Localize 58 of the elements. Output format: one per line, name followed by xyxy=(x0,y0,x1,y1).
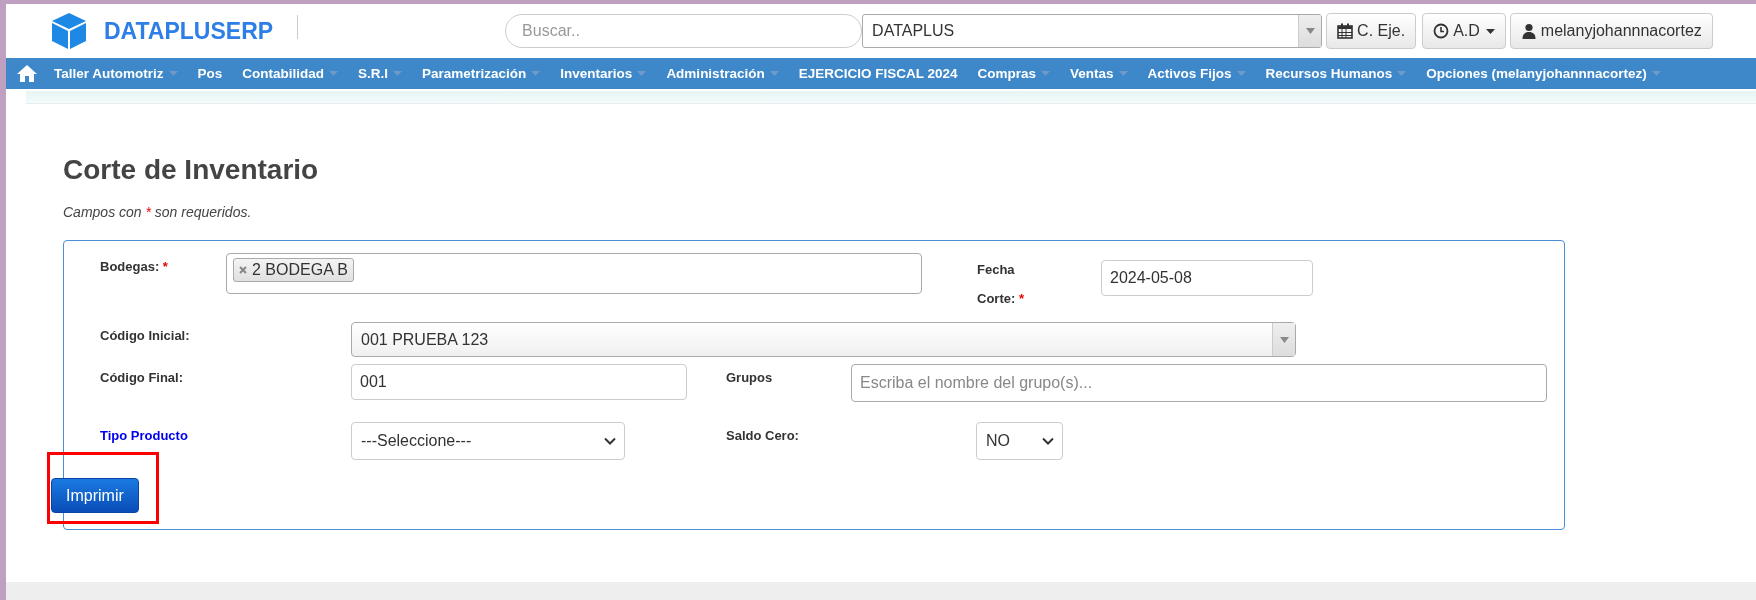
menu-item[interactable]: Ventas xyxy=(1059,58,1138,89)
caret-icon xyxy=(1651,71,1661,76)
text-field[interactable]: Escriba el nombre del grupo(s)... xyxy=(851,364,1547,402)
field-label: Fecha Corte: * xyxy=(977,261,1025,308)
field-label: Bodegas: * xyxy=(100,258,169,276)
caret-icon xyxy=(1236,71,1246,76)
text-field[interactable]: 2024-05-08 xyxy=(1101,260,1313,296)
menu-item[interactable]: Contabilidad xyxy=(232,58,349,89)
page-title: Corte de Inventario xyxy=(63,154,320,186)
text-field[interactable]: 001 xyxy=(351,364,687,400)
clock-icon xyxy=(1433,23,1450,39)
required-note: Campos con * son requeridos. xyxy=(63,204,253,220)
field-label-link[interactable]: Tipo Producto xyxy=(100,422,351,446)
menu-item[interactable]: Administración xyxy=(656,58,789,89)
caret-icon xyxy=(531,71,541,76)
menu-item[interactable]: Activos Fijos xyxy=(1137,58,1256,89)
header-button[interactable]: C. Eje. xyxy=(1326,13,1417,49)
caret-icon xyxy=(637,71,647,76)
calendar-icon xyxy=(1337,23,1354,39)
caret-icon xyxy=(769,71,779,76)
caret-icon xyxy=(1397,71,1407,76)
menu-item[interactable]: Recursos Humanos xyxy=(1255,58,1417,89)
menu-item[interactable]: Opciones (melanyjohannnacortez) xyxy=(1416,58,1671,89)
user-icon xyxy=(1520,23,1537,39)
dropdown-select[interactable]: NO xyxy=(976,422,1063,460)
menu-item[interactable]: Inventarios xyxy=(550,58,657,89)
menu-item[interactable]: Compras xyxy=(967,58,1060,89)
field-label: Código Inicial: xyxy=(100,327,191,345)
caret-icon xyxy=(1305,28,1315,34)
home-icon xyxy=(17,65,37,82)
caret-icon xyxy=(168,71,178,76)
caret-icon xyxy=(1118,71,1128,76)
combo-select[interactable]: 001 PRUEBA 123 xyxy=(351,322,1296,357)
multi-select-field[interactable]: 2 BODEGA B xyxy=(226,253,922,294)
print-button[interactable]: Imprimir xyxy=(51,478,139,513)
selected-tag[interactable]: 2 BODEGA B xyxy=(233,258,355,282)
company-select[interactable]: DATAPLUS xyxy=(862,14,1323,48)
search-field[interactable]: Buscar.. xyxy=(505,14,863,48)
caret-icon xyxy=(1485,28,1495,34)
menu-item[interactable]: Parametrización xyxy=(412,58,551,89)
cube-logo-icon xyxy=(50,11,88,51)
chevron-icon xyxy=(604,437,616,445)
caret-icon xyxy=(1279,336,1289,343)
field-label: Saldo Cero: xyxy=(726,427,800,445)
field-label: Grupos xyxy=(726,369,774,387)
menu-item[interactable]: EJERCICIO FISCAL 2024 xyxy=(788,58,968,89)
remove-icon xyxy=(239,266,247,274)
menu-item[interactable]: Taller Automotriz xyxy=(44,58,188,89)
user-button[interactable]: melanyjohannnacortez xyxy=(1509,13,1713,49)
menu-item[interactable]: S.R.I xyxy=(348,58,413,89)
caret-icon xyxy=(1040,71,1050,76)
field-label: Código Final: xyxy=(100,369,185,387)
header-button[interactable]: A.D xyxy=(1422,13,1506,49)
chevron-icon xyxy=(1042,437,1054,445)
caret-icon xyxy=(329,71,339,76)
caret-icon xyxy=(393,71,403,76)
dropdown-select[interactable]: ---Seleccione--- xyxy=(351,422,625,460)
menu-item[interactable]: Pos xyxy=(187,58,233,89)
